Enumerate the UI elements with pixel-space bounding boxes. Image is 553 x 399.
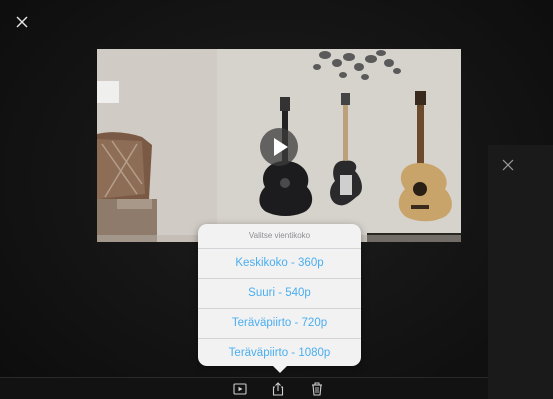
export-option-360p[interactable]: Keskikoko - 360p <box>198 249 361 279</box>
popover-arrow <box>272 365 288 373</box>
export-option-540p[interactable]: Suuri - 540p <box>198 279 361 309</box>
popover-title: Valitse vientikoko <box>198 224 361 249</box>
play-button[interactable] <box>260 128 298 166</box>
export-size-popover: Valitse vientikoko Keskikoko - 360p Suur… <box>198 224 361 366</box>
share-icon[interactable] <box>271 382 285 396</box>
trash-icon[interactable] <box>310 382 324 396</box>
bottom-toolbar <box>0 377 488 399</box>
play-icon <box>274 138 288 156</box>
export-option-1080p[interactable]: Teräväpiirto - 1080p <box>198 339 361 366</box>
close-icon[interactable] <box>12 12 32 32</box>
play-icon[interactable] <box>233 382 247 396</box>
side-panel <box>488 145 553 399</box>
side-close-icon[interactable] <box>501 158 515 172</box>
video-export-screen: Valitse vientikoko Keskikoko - 360p Suur… <box>0 0 553 399</box>
export-option-720p[interactable]: Teräväpiirto - 720p <box>198 309 361 339</box>
